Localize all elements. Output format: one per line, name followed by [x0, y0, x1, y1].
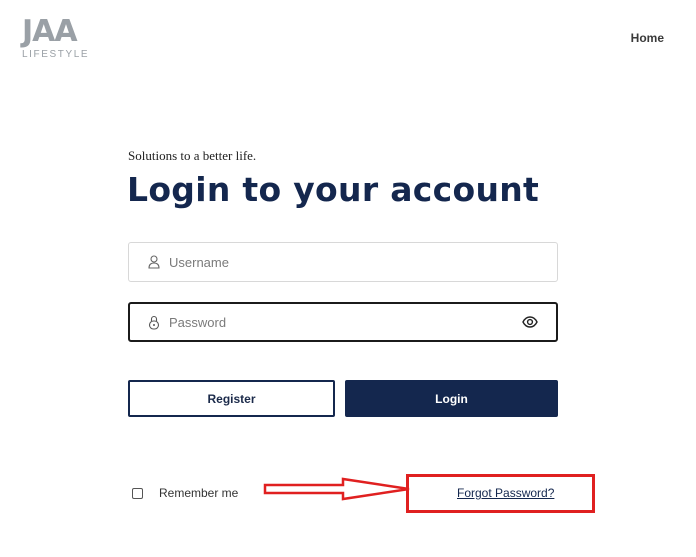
- login-button[interactable]: Login: [345, 380, 558, 417]
- remember-me-checkbox[interactable]: [132, 487, 143, 499]
- username-field[interactable]: [128, 242, 558, 282]
- logo-subtitle: LIFESTYLE: [22, 49, 90, 60]
- logo-mark: JAA: [22, 14, 78, 49]
- eye-icon[interactable]: [522, 315, 540, 329]
- lock-icon: [147, 314, 161, 330]
- register-button[interactable]: Register: [128, 380, 335, 417]
- remember-me[interactable]: Remember me: [132, 486, 238, 500]
- user-icon: [147, 254, 161, 270]
- remember-me-label: Remember me: [159, 486, 239, 500]
- brand-logo[interactable]: JAA LIFESTYLE: [22, 17, 94, 61]
- annotation-arrow-icon: [263, 477, 410, 501]
- forgot-password-link[interactable]: Forgot Password?: [457, 486, 554, 500]
- password-input[interactable]: [169, 304, 522, 340]
- password-field[interactable]: [128, 302, 558, 342]
- username-input[interactable]: [169, 243, 557, 281]
- tagline: Solutions to a better life.: [128, 148, 257, 163]
- page-title: Login to your account: [127, 170, 540, 209]
- nav-home-link[interactable]: Home: [631, 31, 664, 45]
